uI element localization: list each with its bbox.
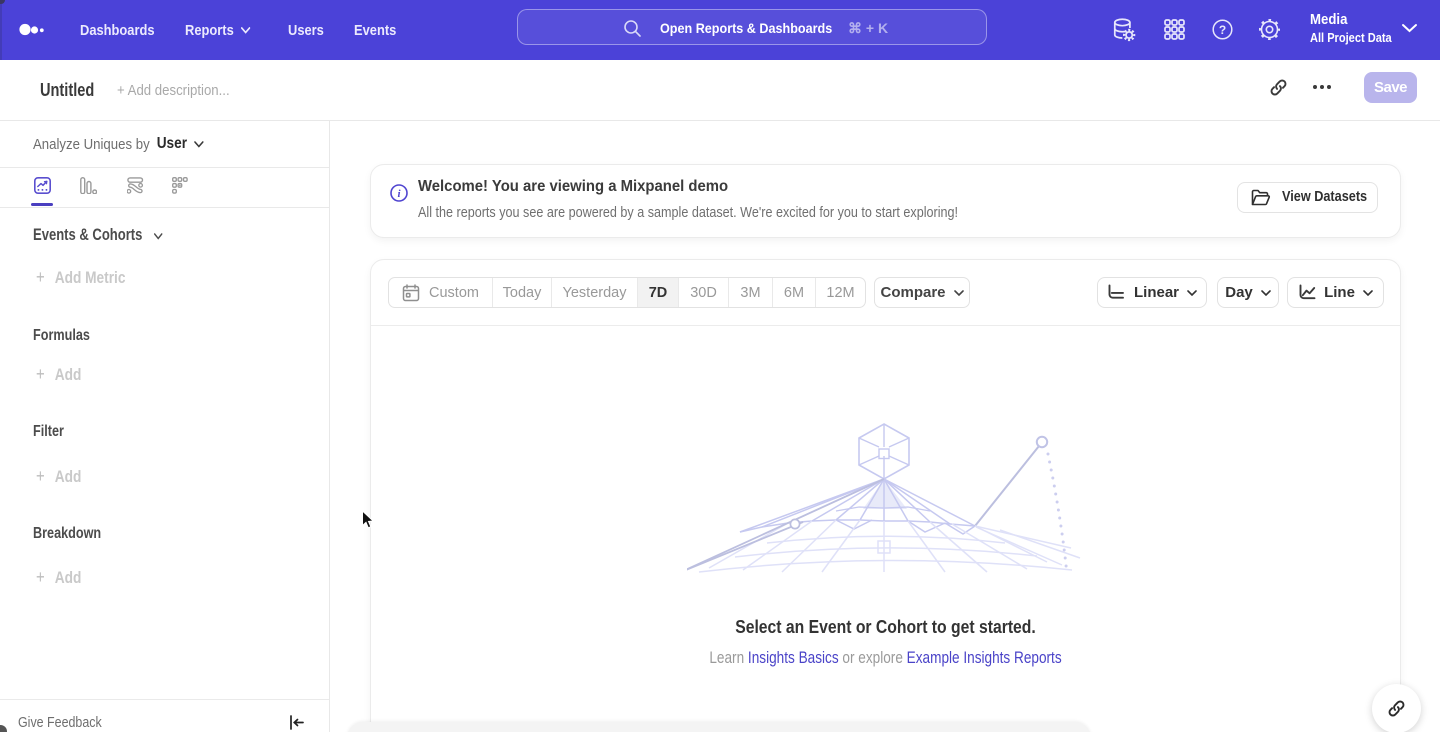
- svg-text:?: ?: [1219, 23, 1226, 37]
- svg-text:i: i: [397, 188, 401, 200]
